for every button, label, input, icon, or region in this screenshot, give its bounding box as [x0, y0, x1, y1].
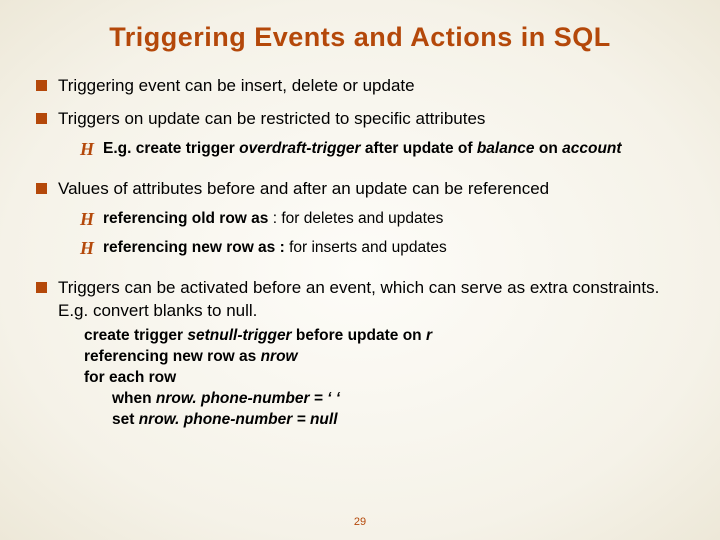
text-fragment: on: [535, 140, 563, 157]
text-italic: setnull-trigger: [187, 327, 291, 344]
bullet-3: Values of attributes before and after an…: [36, 178, 684, 267]
text-fragment: referencing new row as: [84, 348, 261, 365]
text-fragment: set: [112, 411, 139, 428]
text-fragment: create trigger: [84, 327, 187, 344]
bullet-3-sub-2-text: referencing new row as : for inserts and…: [103, 238, 684, 259]
square-bullet-icon: [36, 80, 47, 91]
code-line-2: referencing new row as nrow: [84, 347, 684, 368]
text-italic: overdraft-trigger: [239, 140, 360, 157]
square-bullet-icon: [36, 282, 47, 293]
text-italic: nrow. phone-number: [139, 411, 293, 428]
text-italic: balance: [477, 140, 535, 157]
bullet-3-sub-2: H referencing new row as : for inserts a…: [80, 238, 684, 259]
bullet-2-sublist: H E.g. create trigger overdraft-trigger …: [58, 139, 684, 160]
text-fragment: before update on: [292, 327, 426, 344]
code-line-1: create trigger setnull-trigger before up…: [84, 326, 684, 347]
text-fragment: after update of: [361, 140, 477, 157]
bullet-4-text: Triggers can be activated before an even…: [58, 278, 659, 320]
code-line-3: for each row: [84, 368, 684, 389]
bullet-2-text: Triggers on update can be restricted to …: [58, 109, 485, 128]
slide-title: Triggering Events and Actions in SQL: [36, 22, 684, 53]
square-bullet-icon: [36, 113, 47, 124]
script-h-icon: H: [80, 210, 94, 230]
text-fragment: when: [112, 390, 156, 407]
text-plain: for inserts and updates: [289, 239, 447, 256]
text-italic: nrow: [261, 348, 298, 365]
text-fragment: referencing new row as :: [103, 239, 289, 256]
bullet-4: Triggers can be activated before an even…: [36, 277, 684, 431]
bullet-2: Triggers on update can be restricted to …: [36, 108, 684, 168]
text-italic: r: [426, 327, 432, 344]
square-bullet-icon: [36, 183, 47, 194]
bullet-2-sub-1: H E.g. create trigger overdraft-trigger …: [80, 139, 684, 160]
bullet-2-content: Triggers on update can be restricted to …: [58, 108, 684, 168]
text-plain: : for deletes and updates: [273, 210, 444, 227]
text-fragment: E.g. create trigger: [103, 140, 239, 157]
bullet-1-text: Triggering event can be insert, delete o…: [58, 75, 684, 98]
bullet-3-sub-1: H referencing old row as : for deletes a…: [80, 209, 684, 230]
page-number: 29: [0, 516, 720, 528]
text-fragment: referencing old row as: [103, 210, 273, 227]
bullet-3-content: Values of attributes before and after an…: [58, 178, 684, 267]
code-line-4: when nrow. phone-number = ‘ ‘: [112, 389, 684, 410]
bullet-list: Triggering event can be insert, delete o…: [36, 75, 684, 431]
bullet-2-sub-1-text: E.g. create trigger overdraft-trigger af…: [103, 139, 684, 160]
bullet-3-sub-1-text: referencing old row as : for deletes and…: [103, 209, 684, 230]
code-block: create trigger setnull-trigger before up…: [84, 326, 684, 431]
script-h-icon: H: [80, 239, 94, 259]
script-h-icon: H: [80, 140, 94, 160]
text-italic: = null: [292, 411, 337, 428]
bullet-4-content: Triggers can be activated before an even…: [58, 277, 684, 431]
text-italic: nrow. phone-number: [156, 390, 310, 407]
slide: Triggering Events and Actions in SQL Tri…: [0, 0, 720, 540]
text-italic: = ‘ ‘: [309, 390, 340, 407]
bullet-1: Triggering event can be insert, delete o…: [36, 75, 684, 98]
text-italic: account: [562, 140, 621, 157]
bullet-3-text: Values of attributes before and after an…: [58, 179, 549, 198]
bullet-3-sublist: H referencing old row as : for deletes a…: [58, 209, 684, 259]
code-line-5: set nrow. phone-number = null: [112, 410, 684, 431]
